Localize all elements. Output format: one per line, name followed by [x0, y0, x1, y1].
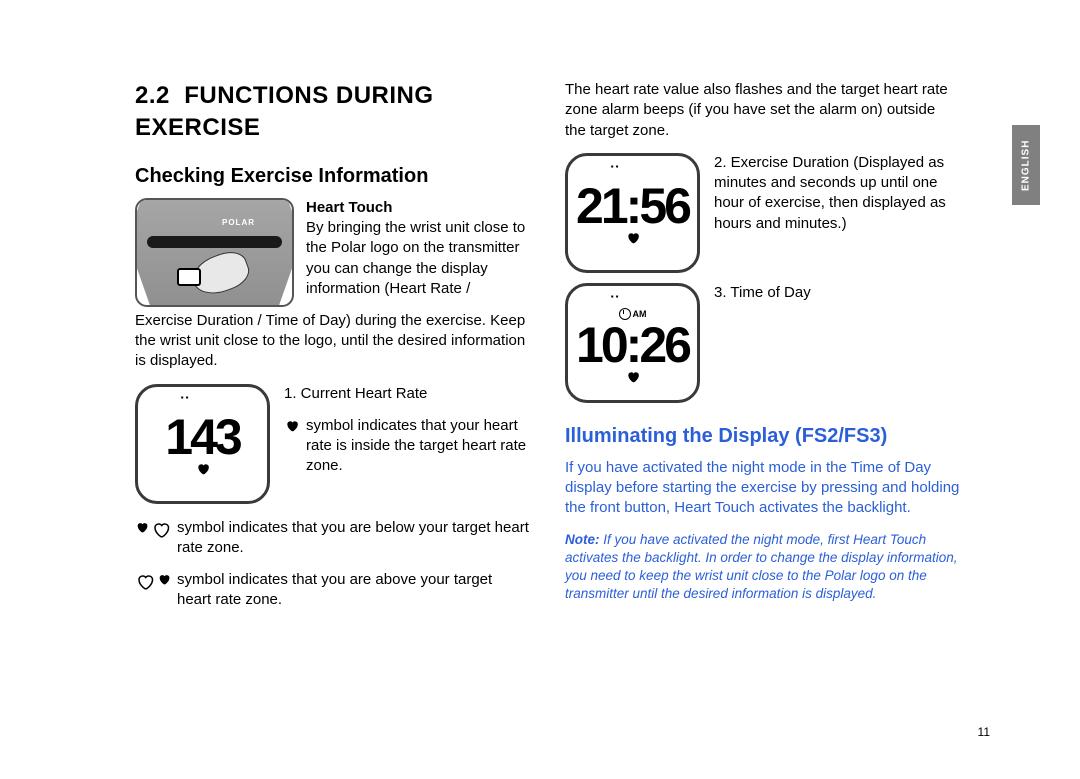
- current-hr-block: ▪▪ 143 1. Current Heart Rate symbol indi…: [135, 384, 530, 504]
- two-column-layout: 2.2 FUNCTIONS DURING EXERCISE Checking E…: [135, 80, 960, 623]
- clock-icon: [619, 308, 631, 320]
- heart-solid-icon: [625, 231, 641, 245]
- section-number: 2.2: [135, 82, 170, 109]
- inside-zone-text: symbol indicates that your heart rate is…: [306, 416, 530, 477]
- watch-display-duration: ▪▪ 21:56: [565, 153, 700, 273]
- current-hr-text: 1. Current Heart Rate symbol indicates t…: [284, 384, 530, 504]
- duration-block: ▪▪ 21:56 2. Exercise Duration (Displayed…: [565, 153, 960, 273]
- polar-logo-label: POLAR: [222, 218, 255, 229]
- heart-touch-subheading: Heart Touch: [306, 199, 392, 216]
- flash-alarm-text: The heart rate value also flashes and th…: [565, 80, 960, 141]
- left-column: 2.2 FUNCTIONS DURING EXERCISE Checking E…: [135, 80, 530, 623]
- heart-touch-continuation: Exercise Duration / Time of Day) during …: [135, 311, 530, 372]
- heart-touch-illustration: POLAR: [135, 198, 294, 307]
- heart-solid-icon: [625, 370, 641, 384]
- heart-outline-small-icons: [135, 573, 171, 591]
- item-2-label: 2. Exercise Duration (Displayed as minut…: [714, 153, 960, 273]
- above-zone-text: symbol indicates that you are above your…: [177, 570, 530, 611]
- note-paragraph: Note: If you have activated the night mo…: [565, 531, 960, 604]
- item-3-label: 3. Time of Day: [714, 283, 960, 403]
- section-heading: 2.2 FUNCTIONS DURING EXERCISE: [135, 80, 530, 145]
- subheading-checking: Checking Exercise Information: [135, 163, 530, 190]
- section-title: FUNCTIONS DURING EXERCISE: [135, 82, 434, 141]
- language-side-tab: ENGLISH: [1012, 125, 1040, 205]
- watch-value-1026: 10:26: [576, 320, 689, 370]
- manual-page: ENGLISH 2.2 FUNCTIONS DURING EXERCISE Ch…: [0, 0, 1080, 779]
- heart-touch-block: POLAR Heart Touch By bringing the wrist …: [135, 198, 530, 307]
- watch-display-time: ▪▪ AM 10:26: [565, 283, 700, 403]
- page-number: 11: [978, 725, 990, 739]
- heart-touch-text-right: Heart Touch By bringing the wrist unit c…: [306, 198, 530, 307]
- illuminating-body: If you have activated the night mode in …: [565, 458, 960, 519]
- heart-solid-icon: [284, 419, 300, 433]
- watch-value-143: 143: [165, 412, 239, 462]
- heart-solid-icon: [195, 462, 211, 476]
- subheading-illuminating: Illuminating the Display (FS2/FS3): [565, 423, 960, 450]
- heart-small-outline-icons: [135, 521, 171, 539]
- heart-touch-intro: By bringing the wrist unit close to the …: [306, 219, 525, 297]
- watch-value-2156: 21:56: [576, 181, 689, 231]
- watch-display-heart-rate: ▪▪ 143: [135, 384, 270, 504]
- item-1-label: 1. Current Heart Rate: [284, 384, 530, 404]
- right-column: The heart rate value also flashes and th…: [565, 80, 960, 623]
- time-block: ▪▪ AM 10:26 3. Time of Day: [565, 283, 960, 403]
- note-label: Note:: [565, 532, 600, 547]
- note-body: If you have activated the night mode, fi…: [565, 532, 957, 602]
- below-zone-text: symbol indicates that you are below your…: [177, 518, 530, 559]
